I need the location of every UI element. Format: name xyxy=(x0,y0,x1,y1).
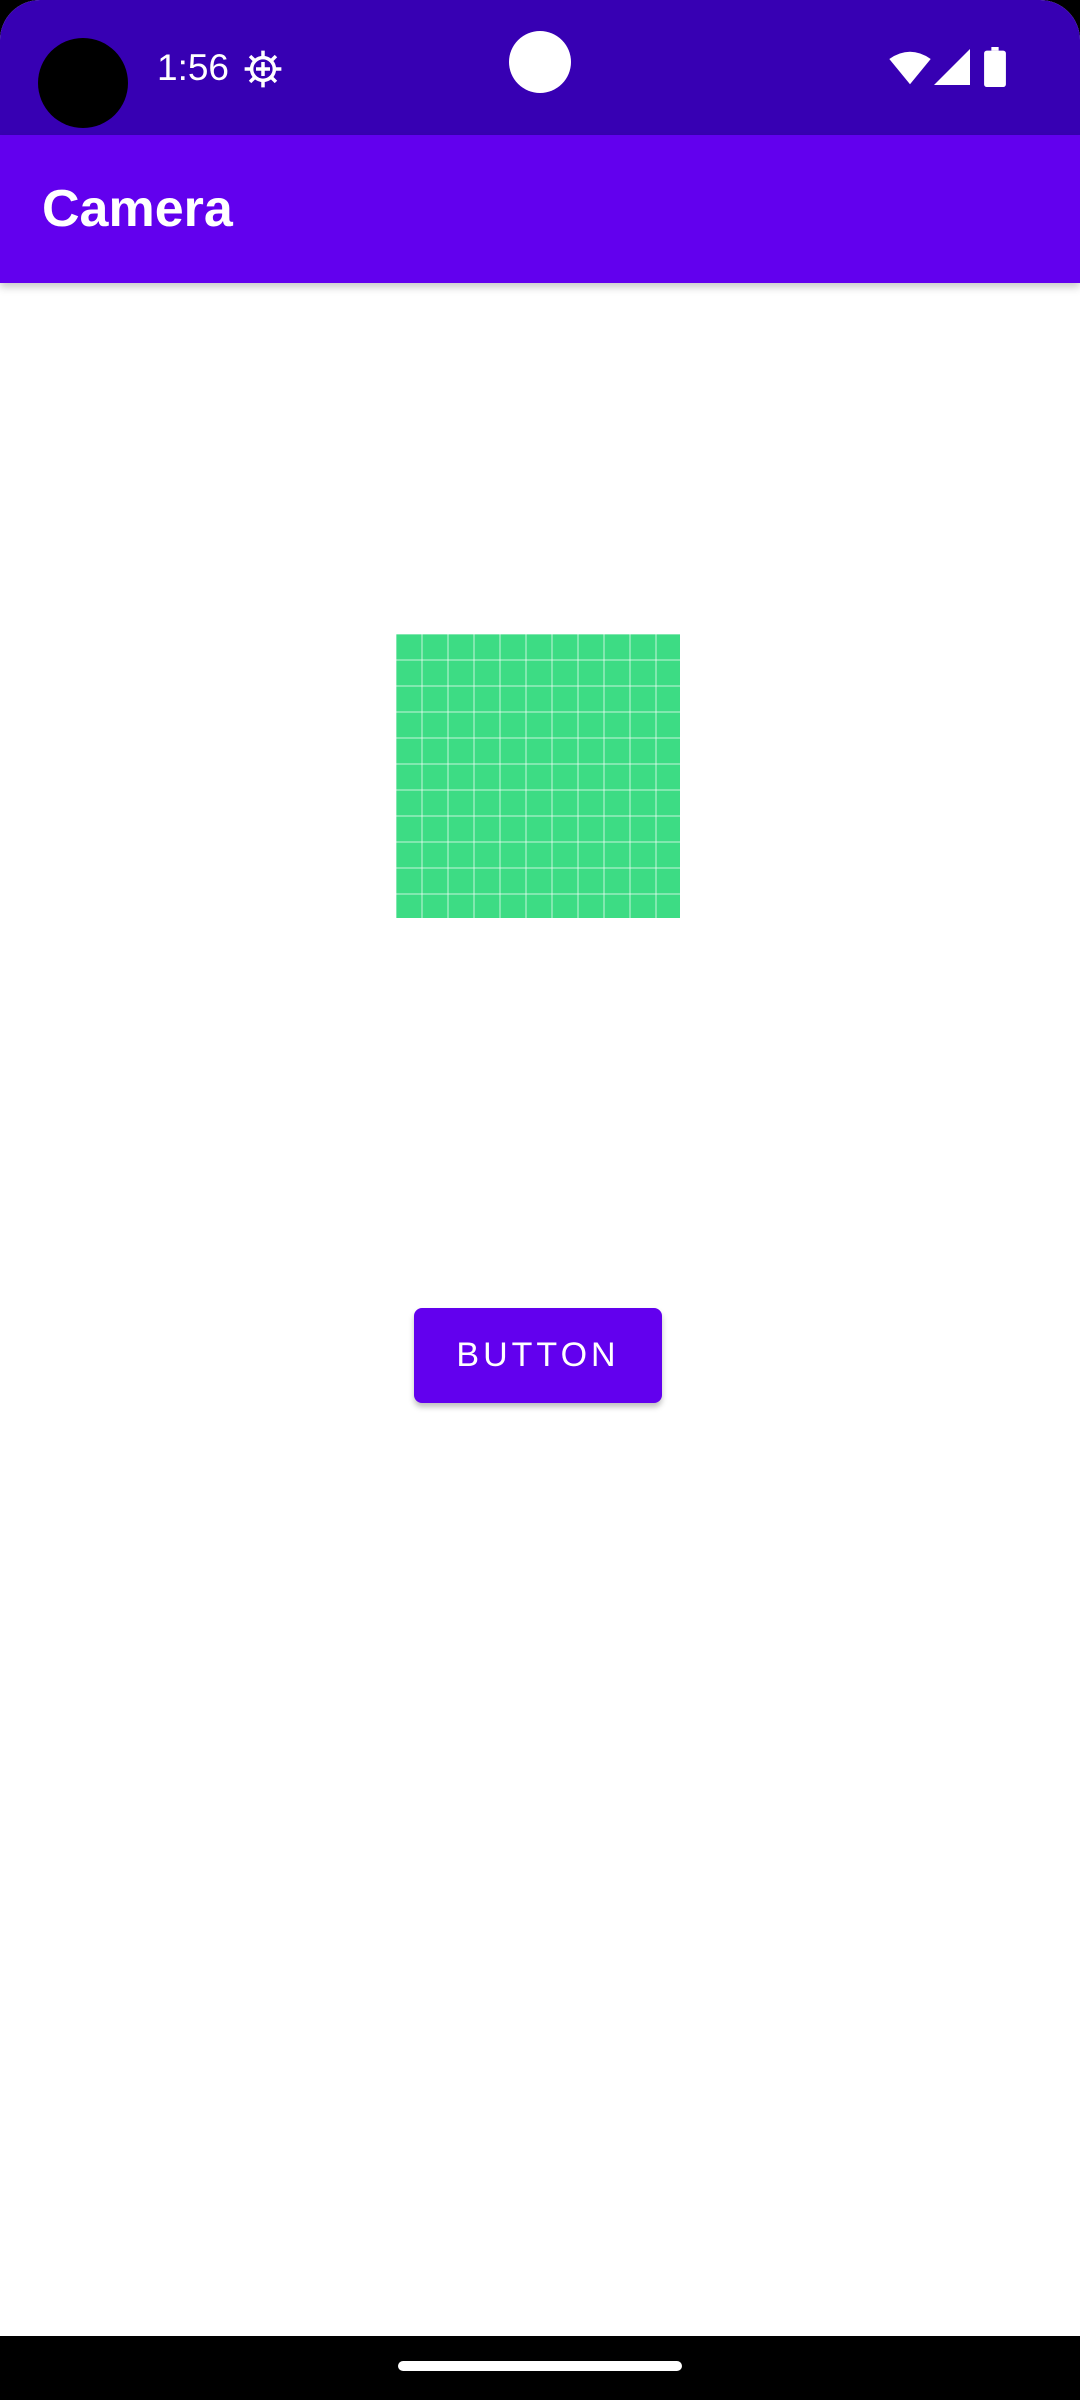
camera-cutout xyxy=(38,38,128,128)
gear-icon xyxy=(244,50,282,88)
navigation-bar xyxy=(0,2336,1080,2400)
image-placeholder xyxy=(396,634,680,918)
app-title: Camera xyxy=(42,180,233,238)
notification-dot xyxy=(509,31,571,93)
main-button[interactable]: BUTTON xyxy=(414,1308,662,1403)
status-bar: 1:56 xyxy=(0,0,1080,135)
app-screen: 1:56 Camera BUTTON xyxy=(0,0,1080,2400)
app-bar: Camera xyxy=(0,135,1080,283)
wifi-icon xyxy=(889,51,931,85)
home-handle[interactable] xyxy=(398,2361,682,2371)
battery-icon xyxy=(984,47,1006,87)
status-time: 1:56 xyxy=(157,47,230,88)
signal-icon xyxy=(934,49,970,85)
